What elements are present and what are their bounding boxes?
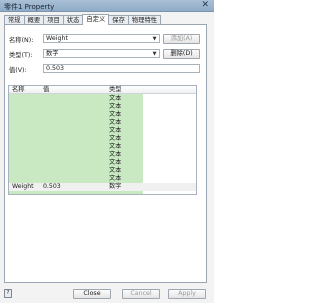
- column-header-type[interactable]: 类型: [109, 86, 122, 94]
- table-row[interactable]: 文本: [9, 95, 196, 103]
- column-header-value[interactable]: 值: [43, 86, 49, 94]
- cell-type: 文本: [109, 95, 122, 102]
- table-row[interactable]: 文本: [9, 159, 196, 167]
- type-label: 类型(T):: [9, 52, 33, 59]
- close-icon[interactable]: ✕: [201, 0, 209, 11]
- cell-type: 文本: [109, 159, 122, 166]
- tab-4[interactable]: 自定义: [82, 14, 110, 25]
- name-value: Weight: [46, 35, 68, 42]
- delete-button[interactable]: 删除(D): [163, 49, 200, 59]
- add-button[interactable]: 添加(A): [163, 34, 200, 44]
- cell-type: 文本: [109, 103, 122, 110]
- table-row[interactable]: 文本: [9, 119, 196, 127]
- dialog-footer: ? Close Cancel Apply: [0, 286, 214, 303]
- cell-type: 文本: [109, 175, 122, 182]
- table-header: 名称 值 类型: [9, 86, 196, 94]
- chevron-down-icon[interactable]: ▼: [151, 36, 158, 42]
- help-icon[interactable]: ?: [4, 289, 12, 298]
- window-title: 零件1 Property: [4, 3, 55, 11]
- cell-name: Weight: [12, 183, 34, 190]
- cell-type: 文本: [109, 135, 122, 142]
- table-row[interactable]: 文本: [9, 127, 196, 135]
- type-select[interactable]: 数字 ▼: [43, 49, 160, 58]
- value-label: 值(V):: [9, 67, 27, 74]
- cell-type: 文本: [109, 143, 122, 150]
- cancel-button[interactable]: Cancel: [122, 289, 160, 299]
- cell-type: 文本: [109, 151, 122, 158]
- table-row[interactable]: Weight 0.503 数字: [9, 183, 196, 191]
- value-field[interactable]: 0.503: [43, 64, 200, 73]
- close-button[interactable]: Close: [73, 289, 111, 299]
- name-label: 名称(N):: [9, 37, 34, 44]
- cell-type: 文本: [109, 119, 122, 126]
- type-value: 数字: [46, 50, 59, 57]
- table-row[interactable]: 文本: [9, 175, 196, 183]
- title-bar: 零件1 Property ✕: [0, 0, 214, 12]
- cell-type: 文本: [109, 111, 122, 118]
- value-text: 0.503: [46, 65, 65, 72]
- properties-table: 名称 值 类型 文本 文本 文本 文本 文本 文本 文本 文本 文本 文本 文本 Weight 0.50…: [8, 85, 197, 195]
- table-row[interactable]: 文本: [9, 111, 196, 119]
- column-header-name[interactable]: 名称: [12, 86, 25, 94]
- name-combobox[interactable]: Weight ▼: [43, 34, 160, 43]
- custom-properties-panel: 名称(N): Weight ▼ 添加(A) 类型(T): 数字 ▼ 删除(D) …: [4, 24, 207, 283]
- cell-value: 0.503: [43, 183, 61, 190]
- table-row[interactable]: 文本: [9, 103, 196, 111]
- apply-button[interactable]: Apply: [168, 289, 206, 299]
- cell-type: 文本: [109, 127, 122, 134]
- table-row[interactable]: 文本: [9, 143, 196, 151]
- cell-type: 数字: [109, 183, 122, 190]
- table-row[interactable]: 文本: [9, 167, 196, 175]
- cell-type: 文本: [109, 167, 122, 174]
- chevron-down-icon[interactable]: ▼: [151, 51, 158, 57]
- table-row[interactable]: 文本: [9, 135, 196, 143]
- table-row[interactable]: 文本: [9, 151, 196, 159]
- property-dialog: 零件1 Property ✕ 常规 概要 项目 状态 自定义 保存 物理特性 名称(N): …: [0, 0, 214, 303]
